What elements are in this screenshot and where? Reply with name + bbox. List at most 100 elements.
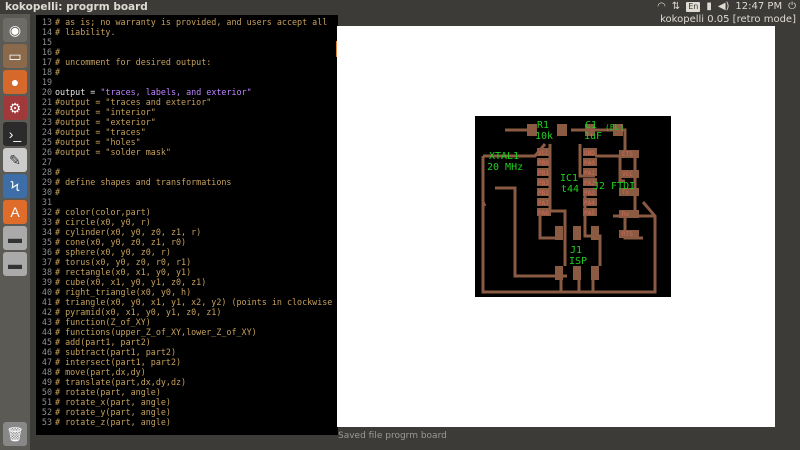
- code-editor[interactable]: 13 # as is; no warranty is provided, and …: [36, 15, 338, 435]
- pcb-traces: [481, 124, 657, 294]
- code-line[interactable]: 26 #output = "solder mask": [36, 147, 171, 157]
- code-line[interactable]: 34 # cylinder(x0, y0, z0, z1, r): [36, 227, 201, 237]
- code-line[interactable]: 47 # intersect(part1, part2): [36, 357, 181, 367]
- code-line[interactable]: 49 # translate(part,dx,dy,dz): [36, 377, 186, 387]
- code-line[interactable]: 35 # cone(x0, y0, z0, z1, r0): [36, 237, 186, 247]
- code-line[interactable]: 53 # rotate_z(part, angle): [36, 417, 171, 427]
- code-text: # rotate(part, angle): [55, 387, 161, 397]
- volume-icon[interactable]: ◀): [718, 0, 730, 14]
- preview-canvas[interactable]: R1 10k C1 1uF (BL) XTAL1 20 MHz IC1 t44 J2 FTDI J1…: [337, 26, 775, 427]
- pad-label: RTS: [622, 231, 633, 238]
- pad-label: PA7: [538, 200, 549, 207]
- code-line[interactable]: 50 # rotate(part, angle): [36, 387, 161, 397]
- code-text: # rotate_x(part, angle): [55, 397, 171, 407]
- pad-label: PB3: [538, 180, 549, 187]
- code-line[interactable]: 16 #: [36, 47, 60, 57]
- code-text: # triangle(x0, y0, x1, y1, x2, y2) (poin…: [55, 297, 338, 307]
- code-line[interactable]: 13 # as is; no warranty is provided, and …: [36, 17, 327, 27]
- code-line[interactable]: 37 # torus(x0, y0, z0, r0, r1): [36, 257, 191, 267]
- code-line[interactable]: 22 #output = "interior": [36, 107, 156, 117]
- code-line[interactable]: 39 # cube(x0, x1, y0, y1, z0, z1): [36, 277, 206, 287]
- code-line[interactable]: 29 # define shapes and transformations: [36, 177, 232, 187]
- board-label: ISP: [569, 256, 588, 267]
- code-line[interactable]: 46 # subtract(part1, part2): [36, 347, 176, 357]
- code-line[interactable]: 33 # circle(x0, y0, r): [36, 217, 151, 227]
- board-label: IC1: [560, 173, 579, 184]
- code-text: # define shapes and transformations: [55, 177, 232, 187]
- line-number: 34: [41, 227, 52, 237]
- line-number: 50: [41, 387, 52, 397]
- transfer-icon[interactable]: ⇅: [672, 0, 680, 14]
- drive-icon[interactable]: ▬: [3, 226, 27, 250]
- code-text: #: [55, 187, 61, 197]
- code-text: # translate(part,dx,dy,dz): [55, 377, 187, 387]
- line-number: 31: [41, 197, 52, 207]
- battery-icon[interactable]: ▮: [706, 0, 712, 14]
- status-bar: Saved file progrm board: [338, 431, 447, 441]
- pad-label: Tx: [622, 189, 630, 196]
- code-text: # circle(x0, y0, r): [55, 217, 151, 227]
- line-number: 18: [41, 67, 52, 77]
- code-line[interactable]: 20 output = "traces, labels, and exterior…: [36, 87, 252, 97]
- pad-label: PA5: [584, 210, 595, 217]
- code-line[interactable]: 17 # uncomment for desired output:: [36, 57, 211, 67]
- code-line[interactable]: 52 # rotate_y(part, angle): [36, 407, 171, 417]
- code-line[interactable]: 30 #: [36, 187, 60, 197]
- code-line[interactable]: 23 #output = "exterior": [36, 117, 156, 127]
- line-number: 30: [41, 187, 52, 197]
- drive-icon[interactable]: ▬: [3, 252, 27, 276]
- code-line[interactable]: 27: [36, 157, 55, 167]
- line-number: 52: [41, 407, 52, 417]
- code-line[interactable]: 21 #output = "traces and exterior": [36, 97, 211, 107]
- code-line[interactable]: 25 #output = "holes": [36, 137, 141, 147]
- code-line[interactable]: 32 # color(color,part): [36, 207, 151, 217]
- code-text: # add(part1, part2): [55, 337, 151, 347]
- keyboard-layout[interactable]: En: [686, 2, 701, 12]
- code-line[interactable]: 44 # functions(upper_Z_of_XY,lower_Z_of_X…: [36, 327, 257, 337]
- code-line[interactable]: 14 # liability.: [36, 27, 116, 37]
- code-line[interactable]: 48 # move(part,dx,dy): [36, 367, 146, 377]
- dash-icon[interactable]: ◉: [3, 18, 27, 42]
- pad-label: PA2: [584, 180, 595, 187]
- code-text: # rotate_y(part, angle): [55, 407, 171, 417]
- pad-label: VCC: [622, 171, 633, 178]
- code-line[interactable]: 24 #output = "traces": [36, 127, 146, 137]
- text-editor-icon[interactable]: ✎: [3, 148, 27, 172]
- code-line[interactable]: 28 #: [36, 167, 60, 177]
- software-center-icon[interactable]: A: [3, 200, 27, 224]
- code-text: # rectangle(x0, x1, y0, y1): [55, 267, 192, 277]
- trash-icon[interactable]: 🗑: [3, 422, 27, 446]
- top-panel: kokopelli: progrm board ◠ ⇅ En ▮ ◀) 12:4…: [0, 0, 800, 14]
- code-line[interactable]: 15: [36, 37, 55, 47]
- code-line[interactable]: 41 # triangle(x0, y0, x1, y1, x2, y2) (po…: [36, 297, 338, 307]
- preview-scrollbar[interactable]: [791, 26, 797, 427]
- code-text: #: [55, 47, 61, 57]
- pad-label: VCC: [538, 150, 549, 157]
- code-line[interactable]: 43 # function(Z_of_XY): [36, 317, 151, 327]
- code-line[interactable]: 38 # rectangle(x0, x1, y0, y1): [36, 267, 191, 277]
- line-number: 41: [41, 297, 52, 307]
- code-line[interactable]: 19: [36, 77, 55, 87]
- firefox-icon[interactable]: ●: [3, 70, 27, 94]
- board-label: C1: [585, 120, 598, 131]
- code-line[interactable]: 40 # right_triangle(x0, y0, h): [36, 287, 191, 297]
- settings-icon[interactable]: ⚙: [3, 96, 27, 120]
- code-line[interactable]: 51 # rotate_x(part, angle): [36, 397, 171, 407]
- code-text: #output = "traces": [55, 127, 146, 137]
- line-number: 15: [41, 37, 52, 47]
- wifi-icon[interactable]: ◠: [657, 0, 666, 14]
- code-line[interactable]: 36 # sphere(x0, y0, z0, r): [36, 247, 171, 257]
- pad-label: PA4: [584, 200, 595, 207]
- pad-label: PA3: [584, 190, 595, 197]
- power-icon[interactable]: ⏻: [788, 0, 796, 14]
- code-line[interactable]: 42 # pyramid(x0, x1, y0, y1, z0, z1): [36, 307, 222, 317]
- code-line[interactable]: 45 # add(part1, part2): [36, 337, 151, 347]
- code-line[interactable]: 18 #: [36, 67, 60, 77]
- code-text: # liability.: [55, 27, 116, 37]
- code-line[interactable]: 31: [36, 197, 55, 207]
- terminal-icon[interactable]: ›_: [3, 122, 27, 146]
- files-icon[interactable]: ▭: [3, 44, 27, 68]
- line-number: 23: [41, 117, 52, 127]
- clock[interactable]: 12:47 PM: [735, 0, 782, 14]
- python-icon[interactable]: Ϟ: [3, 174, 27, 198]
